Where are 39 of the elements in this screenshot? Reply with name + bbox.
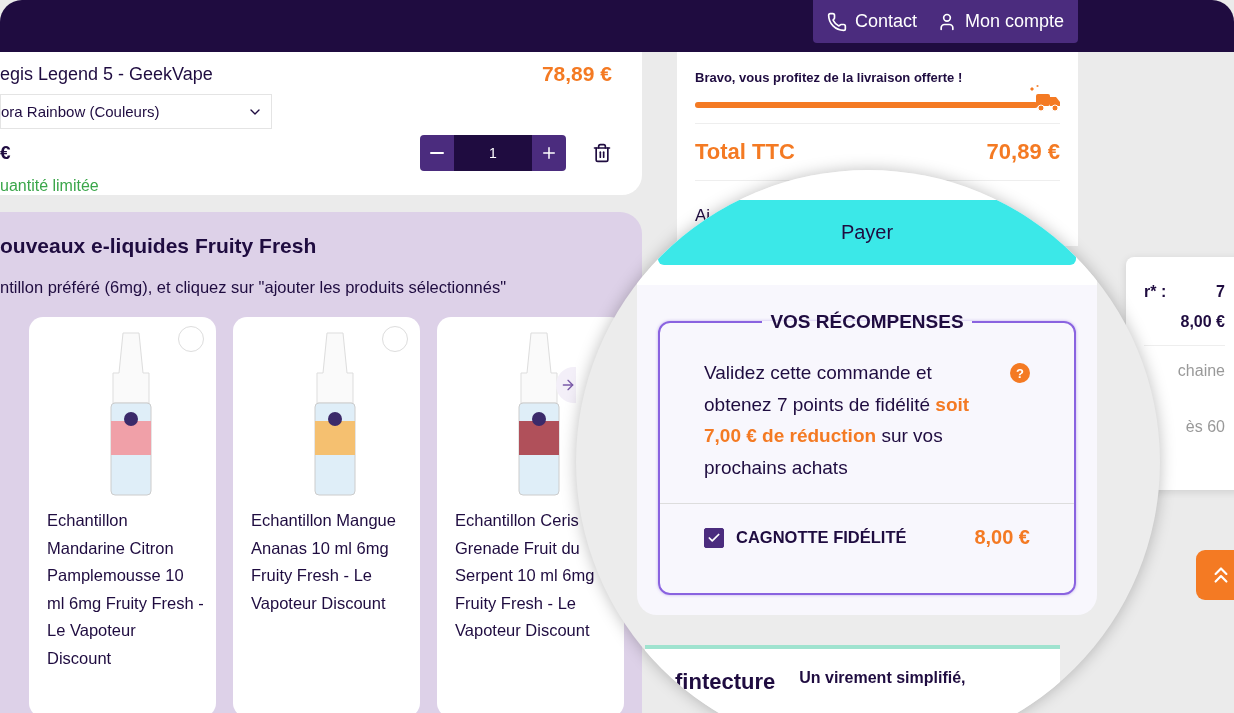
side-note: ès 60: [1185, 418, 1225, 436]
stock-note: uantité limitée: [0, 177, 100, 195]
checkbox-label: CAGNOTTE FIDÉLITÉ: [736, 528, 908, 547]
minus-icon: [430, 152, 444, 154]
scroll-top-button[interactable]: [1196, 550, 1234, 600]
header-link[interactable]: Contact: [826, 11, 917, 32]
header-link[interactable]: Mon compte: [936, 11, 1064, 32]
row-value: 8,00 €: [1180, 313, 1225, 331]
section-title: ouveaux e-liquides Fruity Fresh: [0, 234, 318, 258]
shipping-note: Bravo, vous profitez de la livraison offerte !: [695, 70, 964, 85]
rewards-title: VOS RÉCOMPENSES: [769, 311, 965, 333]
phone-icon: [826, 11, 847, 32]
product-price: 78,89 €: [541, 62, 612, 86]
decrease-button[interactable]: [420, 135, 454, 171]
total-label: Total TTC: [695, 139, 795, 165]
row-value: 7: [1216, 283, 1225, 301]
payment-logo: fintecture: [675, 669, 776, 696]
total-amount: 70,89 €: [986, 139, 1060, 165]
quantity-value: 1: [454, 135, 532, 171]
select-radio[interactable]: [178, 326, 204, 352]
variant-select[interactable]: ora Rainbow (Couleurs): [0, 94, 272, 129]
payment-tagline: Un virement simplifié,: [799, 669, 966, 688]
unit-price: €: [0, 142, 11, 164]
plus-icon: [540, 144, 558, 162]
product-name: Echantillon Ceris Grenade Fruit du Serpent 10 ml 6mg Fruity Fresh - Le Vapoteur Discount: [455, 510, 596, 641]
cagnotte-amount: 8,00 €: [974, 526, 1030, 549]
rewards-message: Validez cette commande et obtenez 7 points de fidélité soit 7,00 € de réduction sur vos prochains achats: [704, 361, 971, 480]
increase-button[interactable]: [532, 135, 566, 171]
checkbox[interactable]: [704, 527, 724, 548]
section-subtitle: ntillon préféré (6mg), et cliquez sur "ajouter les produits sélectionnés": [0, 278, 508, 297]
product-name: egis Legend 5 - GeekVape: [0, 63, 213, 85]
product-card[interactable]: Echantillon Mandarine Citron Pamplemousse 10 ml 6mg Fruity Fresh - Le Vapoteur Discount: [29, 317, 216, 713]
trash-icon[interactable]: [592, 143, 612, 163]
row-label: r* :: [1144, 283, 1167, 301]
side-note: chaine: [1177, 362, 1225, 380]
product-card[interactable]: Echantillon Mangue Ananas 10 ml 6mg Fruity Fresh - Le Vapoteur Discount: [233, 317, 420, 713]
product-name: Echantillon Mandarine Citron Pamplemousse 10 ml 6mg Fruity Fresh - Le Vapoteur Discount: [47, 510, 204, 669]
product-name: Echantillon Mangue Ananas 10 ml 6mg Fruity Fresh - Le Vapoteur Discount: [251, 510, 397, 614]
select-radio[interactable]: [382, 326, 408, 352]
